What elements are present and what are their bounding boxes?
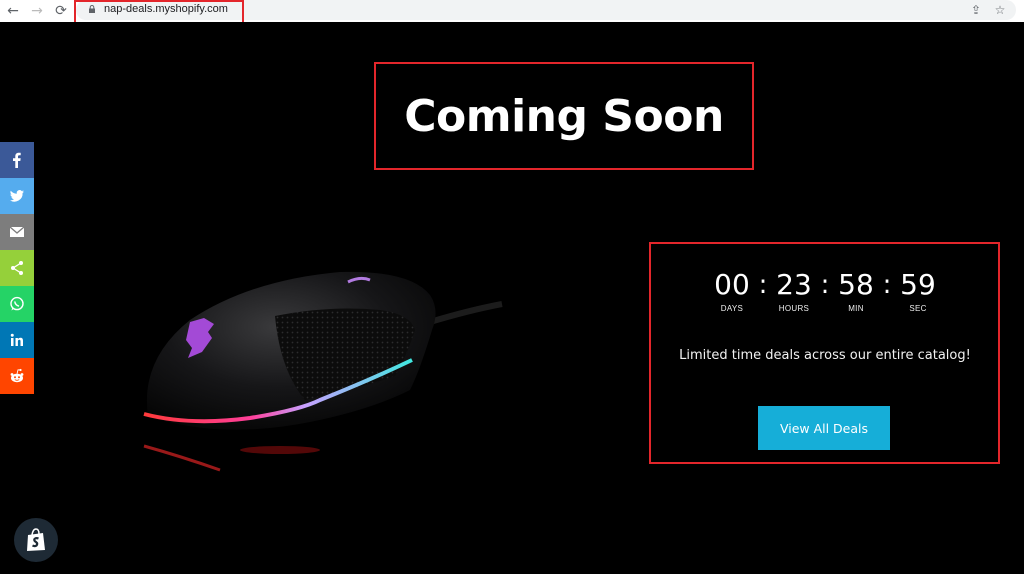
- whatsapp-icon: [10, 296, 24, 311]
- gaming-mouse-image: [143, 271, 503, 472]
- share-icon[interactable]: ⇪: [968, 2, 984, 18]
- view-all-deals-button[interactable]: View All Deals: [758, 406, 890, 450]
- share-email-button[interactable]: [0, 214, 34, 250]
- countdown-minutes: 58 MIN: [832, 268, 880, 313]
- reload-icon[interactable]: ⟳: [52, 2, 70, 20]
- hours-label: HOURS: [778, 304, 810, 313]
- share-generic-button[interactable]: [0, 250, 34, 286]
- days-label: DAYS: [720, 304, 744, 313]
- countdown-days: 00 DAYS: [708, 268, 756, 313]
- back-icon[interactable]: ←: [4, 2, 22, 20]
- shopify-bag-icon: [27, 528, 45, 551]
- countdown-hours: 23 HOURS: [770, 268, 818, 313]
- coming-soon-page: Coming Soon 00 DAYS : 23 HOURS : 58 MIN …: [0, 22, 1024, 574]
- bookmark-star-icon[interactable]: ☆: [992, 2, 1008, 18]
- reddit-icon: [10, 368, 24, 383]
- separator: :: [882, 270, 892, 300]
- linkedin-icon: [10, 333, 23, 346]
- facebook-icon: [13, 152, 21, 168]
- share-facebook-button[interactable]: [0, 142, 34, 178]
- promo-tagline: Limited time deals across our entire cat…: [679, 348, 971, 363]
- twitter-icon: [10, 190, 24, 202]
- separator: :: [758, 270, 768, 300]
- seconds-value: 59: [900, 268, 936, 301]
- countdown-timer: 00 DAYS : 23 HOURS : 58 MIN : 59 SEC: [652, 268, 998, 313]
- hours-value: 23: [776, 268, 812, 301]
- seconds-label: SEC: [909, 304, 927, 313]
- email-icon: [9, 226, 25, 237]
- forward-icon[interactable]: →: [28, 2, 46, 20]
- share-twitter-button[interactable]: [0, 178, 34, 214]
- share-icon: [11, 261, 23, 275]
- share-whatsapp-button[interactable]: [0, 286, 34, 322]
- days-value: 00: [714, 268, 750, 301]
- minutes-value: 58: [838, 268, 874, 301]
- share-linkedin-button[interactable]: [0, 322, 34, 358]
- countdown-panel: 00 DAYS : 23 HOURS : 58 MIN : 59 SEC Lim…: [652, 244, 998, 462]
- shopify-badge-button[interactable]: [14, 518, 58, 562]
- minutes-label: MIN: [848, 304, 864, 313]
- countdown-seconds: 59 SEC: [894, 268, 942, 313]
- page-title: Coming Soon: [404, 90, 724, 142]
- share-reddit-button[interactable]: [0, 358, 34, 394]
- separator: :: [820, 270, 830, 300]
